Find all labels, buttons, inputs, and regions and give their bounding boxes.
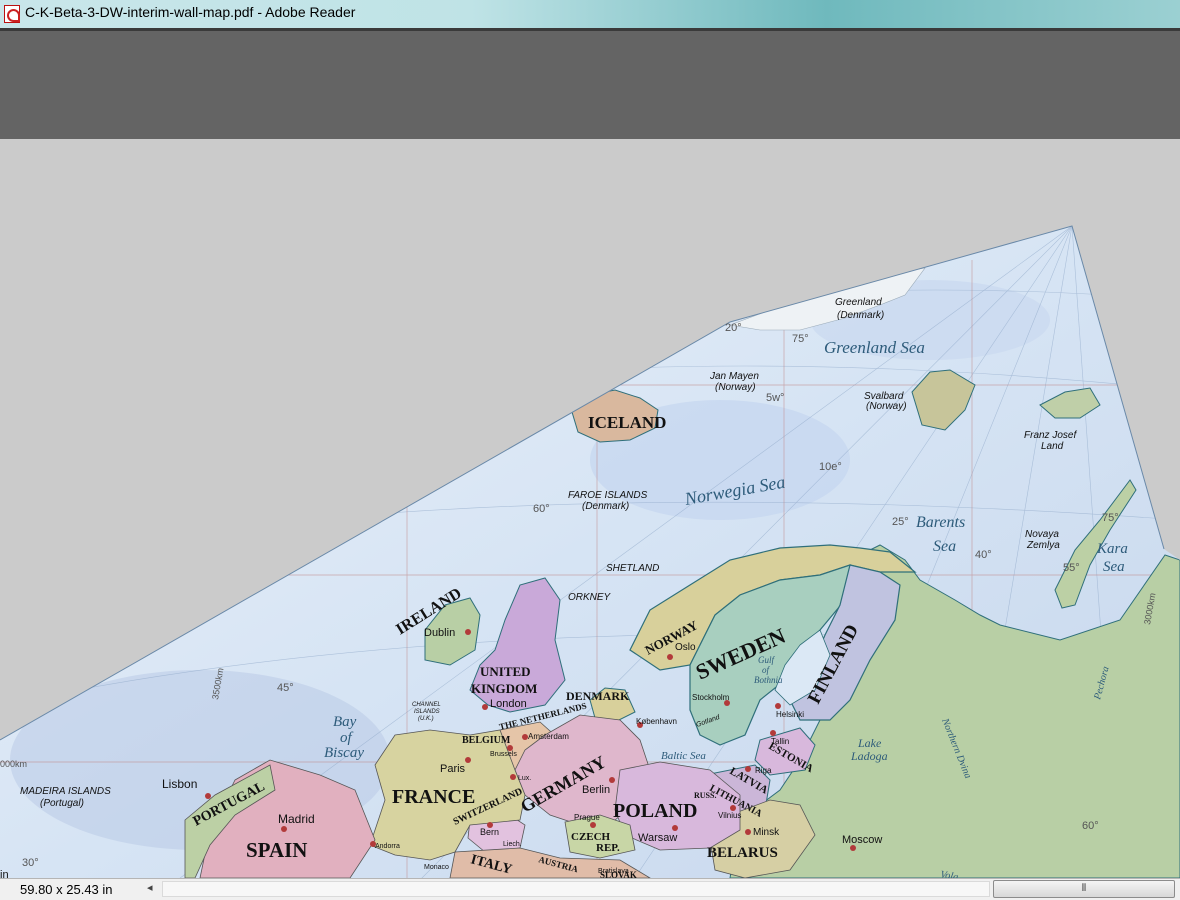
grat-dist2: 000km: [0, 759, 27, 769]
sea-barents2: Sea: [933, 538, 956, 555]
city-madrid: Madrid: [278, 812, 315, 826]
grat-lon5w: 5w°: [766, 392, 784, 404]
scroll-left-icon[interactable]: ◂: [147, 881, 153, 894]
island-novaya2: Zemlya: [1026, 540, 1060, 551]
sea-greenland: Greenland Sea: [824, 338, 925, 357]
city-prague: Prague: [574, 813, 600, 822]
city-oslo: Oslo: [675, 642, 696, 653]
sea-biscay3: Biscay: [324, 745, 364, 761]
grat-lon10e: 10e°: [819, 461, 842, 473]
city-brussels: Brussels: [490, 751, 517, 758]
grat-edge-in: in: [0, 869, 9, 878]
island-janmayen1: Jan Mayen: [709, 371, 759, 382]
label-belgium: BELGIUM: [462, 735, 511, 746]
label-czech2: REP.: [596, 842, 620, 854]
document-viewport[interactable]: ICELAND IRELAND UNITED KINGDOM DENMARK T…: [0, 139, 1180, 878]
label-france: FRANCE: [392, 786, 475, 808]
sea-kara2: Sea: [1103, 559, 1125, 575]
island-madeira2: (Portugal): [40, 798, 84, 809]
label-russ: RUSS.: [694, 791, 716, 800]
city-monaco: Monaco: [424, 864, 449, 871]
grat-lon55: 55°: [1063, 562, 1080, 574]
island-faroe2: (Denmark): [582, 501, 629, 512]
island-channel2: ISLANDS: [414, 709, 440, 715]
label-uk2: KINGDOM: [471, 681, 537, 696]
island-faroe1: FAROE ISLANDS: [568, 490, 648, 501]
city-paris: Paris: [440, 763, 466, 775]
island-janmayen2: (Norway): [715, 382, 756, 393]
grat-lon20w: 20°: [725, 322, 742, 334]
city-helsinki: Helsinki: [776, 710, 804, 719]
city-vilnius: Vilnius: [718, 811, 741, 820]
island-orkney: ORKNEY: [568, 592, 612, 603]
window-title-bar: C-K-Beta-3-DW-interim-wall-map.pdf - Ado…: [0, 0, 1180, 28]
island-franzjosef1: Franz Josef: [1024, 430, 1077, 441]
scroll-grip-icon: ⫴: [1081, 883, 1087, 894]
city-amsterdam: Amsterdam: [528, 732, 569, 741]
sea-kara1: Kara: [1096, 541, 1128, 557]
city-lux: Lux.: [518, 775, 531, 782]
grat-lat60b: 60°: [1082, 820, 1099, 832]
city-tallinn: Tallin: [771, 737, 789, 746]
city-copenhagen: København: [636, 717, 677, 726]
city-bern: Bern: [480, 827, 499, 837]
window-title: C-K-Beta-3-DW-interim-wall-map.pdf - Ado…: [25, 4, 356, 20]
sea-barents1: Barents: [916, 514, 965, 531]
label-denmark: DENMARK: [566, 689, 630, 703]
label-spain: SPAIN: [246, 838, 307, 862]
island-svalbard2: (Norway): [866, 401, 907, 412]
status-bar: 59.80 x 25.43 in ◂ ⫴: [0, 878, 1180, 900]
grat-lat75b: 75°: [1102, 512, 1119, 524]
city-warsaw: Warsaw: [638, 832, 677, 844]
city-minsk: Minsk: [753, 827, 780, 838]
island-greenland2: (Denmark): [837, 310, 884, 321]
horizontal-scrollbar-track[interactable]: [162, 881, 990, 897]
city-lisbon: Lisbon: [162, 777, 197, 791]
toolbar-area: [0, 28, 1180, 139]
sea-ladoga1: Lake: [857, 736, 882, 750]
city-london: London: [490, 698, 527, 710]
city-riga: Riga: [755, 766, 772, 775]
city-stockholm: Stockholm: [692, 693, 730, 702]
grat-lat75: 75°: [792, 333, 809, 345]
city-liech: Liech.: [503, 841, 522, 848]
city-andorra: Andorra: [375, 843, 400, 850]
island-franzjosef2: Land: [1041, 441, 1064, 452]
grat-lon25: 25°: [892, 516, 909, 528]
sea-ladoga2: Ladoga: [850, 749, 888, 763]
island-shetland: SHETLAND: [606, 563, 659, 574]
label-poland: POLAND: [613, 800, 697, 822]
sea-biscay2: of: [340, 730, 354, 746]
island-channel1: CHANNEL: [412, 702, 441, 708]
map-page: ICELAND IRELAND UNITED KINGDOM DENMARK T…: [0, 225, 1180, 878]
sea-bothnia3: Bothnia: [754, 675, 783, 685]
island-novaya1: Novaya: [1025, 529, 1059, 540]
page-size-readout: 59.80 x 25.43 in: [20, 882, 113, 897]
sea-baltic: Baltic Sea: [661, 750, 706, 762]
label-uk1: UNITED: [480, 664, 531, 679]
grat-lon40: 40°: [975, 549, 992, 561]
label-iceland: ICELAND: [588, 413, 666, 432]
island-madeira1: MADEIRA ISLANDS: [20, 786, 111, 797]
island-greenland1: Greenland: [835, 297, 882, 308]
island-channel3: (U.K.): [418, 716, 434, 722]
grat-lat60: 60°: [533, 503, 550, 515]
city-dublin: Dublin: [424, 627, 455, 639]
city-bratislava: Bratislava: [598, 868, 629, 875]
grat-lat30: 30°: [22, 857, 39, 869]
grat-lat45: 45°: [277, 682, 294, 694]
horizontal-scrollbar-thumb[interactable]: ⫴: [993, 880, 1175, 898]
sea-bothnia1: Gulf: [758, 655, 776, 665]
city-berlin: Berlin: [582, 784, 610, 796]
city-moscow: Moscow: [842, 834, 882, 846]
label-belarus: BELARUS: [707, 845, 778, 861]
pdf-icon: [4, 5, 20, 23]
sea-biscay1: Bay: [333, 714, 357, 730]
